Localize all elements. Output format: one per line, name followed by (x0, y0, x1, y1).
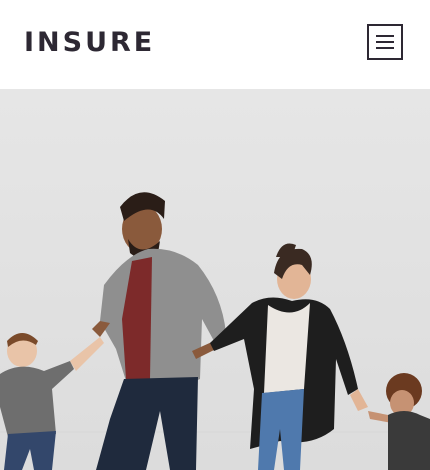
site-header: INSURE (0, 0, 430, 89)
family-walking-photo (0, 89, 430, 470)
hamburger-menu-button[interactable] (367, 24, 403, 60)
logo[interactable]: INSURE (24, 27, 155, 59)
hero-image (0, 89, 430, 470)
hamburger-menu-icon (376, 35, 394, 49)
